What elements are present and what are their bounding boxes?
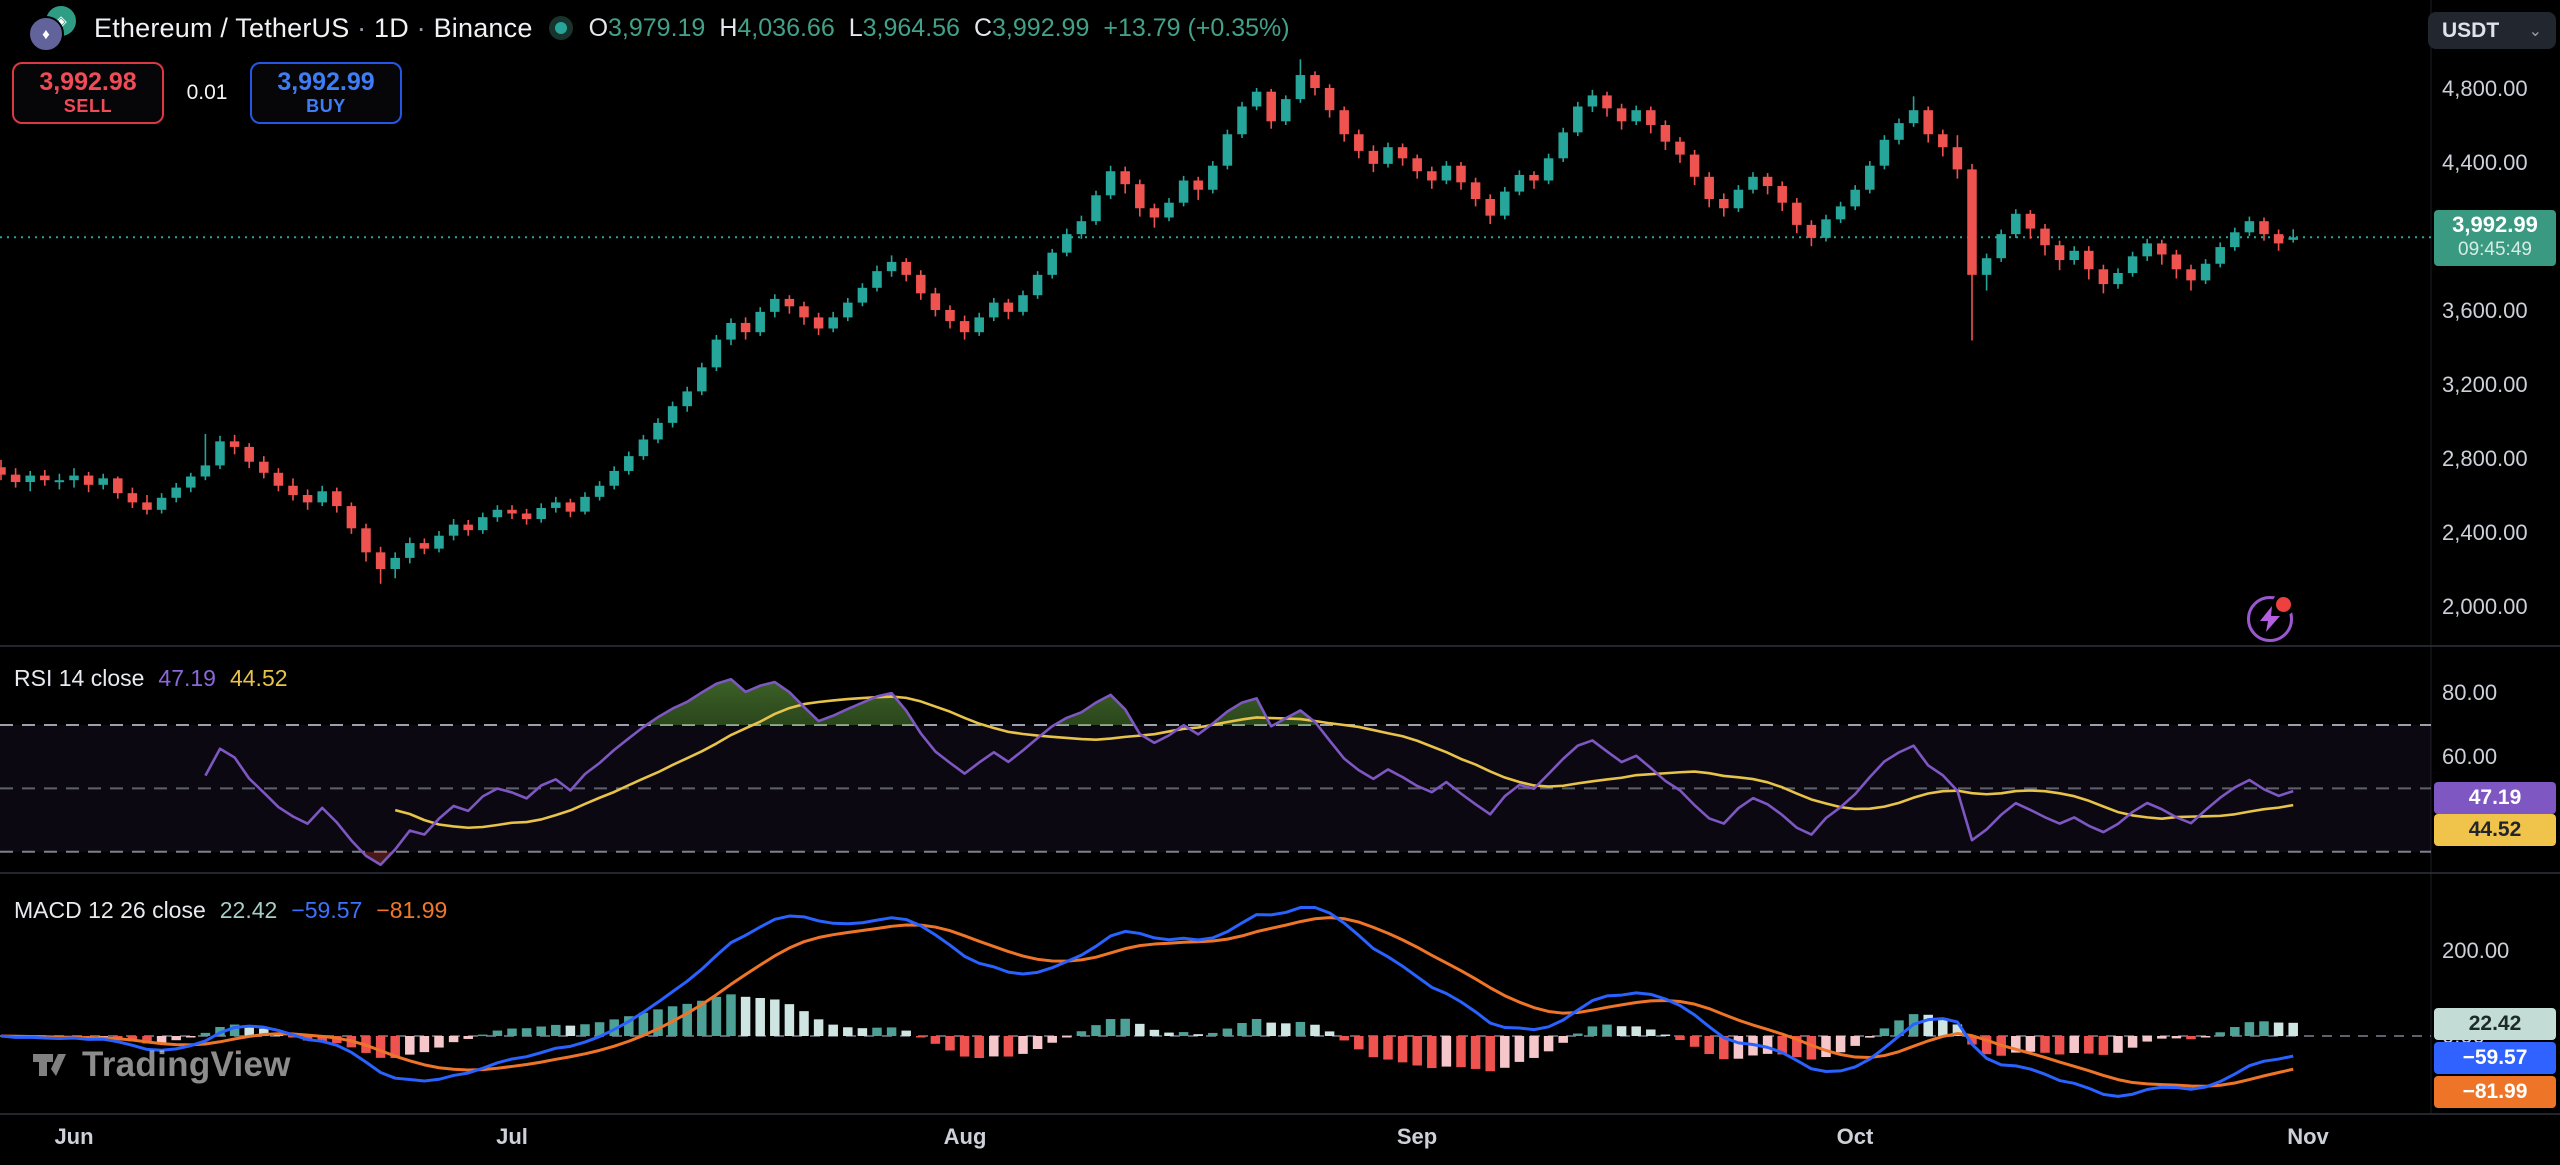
price-scale-label: 2,400.00	[2442, 521, 2528, 545]
macd-pane-label: MACD 12 26 close 22.42 −59.57 −81.99	[14, 897, 447, 924]
rsi-ma-tag: 44.52	[2434, 814, 2556, 846]
macd-signal-value: −81.99	[376, 897, 447, 924]
month-label: Jul	[496, 1124, 528, 1150]
month-label: Jun	[54, 1124, 93, 1150]
macd-signal-tag: −81.99	[2434, 1076, 2556, 1108]
price-scale-label: 4,800.00	[2442, 77, 2528, 101]
rsi-scale-label: 80.00	[2442, 681, 2497, 705]
rsi-pane-label: RSI 14 close 47.19 44.52	[14, 665, 288, 692]
order-panel: 3,992.98 SELL 0.01 3,992.99 BUY	[12, 62, 402, 124]
month-label: Oct	[1837, 1124, 1874, 1150]
rsi-tag: 47.19	[2434, 782, 2556, 814]
currency-selector[interactable]: USDT ⌄	[2428, 12, 2556, 49]
sell-button[interactable]: 3,992.98 SELL	[12, 62, 164, 124]
price-scale-label: 2,000.00	[2442, 595, 2528, 619]
price-scale-label: 3,200.00	[2442, 373, 2528, 397]
symbol-header: ◈ ♦ Ethereum / TetherUS · 1D · Binance O…	[26, 6, 1290, 50]
notification-dot	[2272, 593, 2295, 616]
price-scale-label: 3,600.00	[2442, 299, 2528, 323]
macd-line-value: −59.57	[291, 897, 362, 924]
macd-scale-label: 200.00	[2442, 939, 2509, 963]
month-label: Sep	[1397, 1124, 1437, 1150]
tradingview-glyph-icon	[30, 1044, 72, 1086]
spread-value: 0.01	[164, 81, 250, 105]
rsi-scale-label: 60.00	[2442, 745, 2497, 769]
macd-line-tag: −59.57	[2434, 1042, 2556, 1074]
chevron-down-icon: ⌄	[2529, 21, 2542, 41]
month-label: Nov	[2287, 1124, 2329, 1150]
buy-button[interactable]: 3,992.99 BUY	[250, 62, 402, 124]
month-label: Aug	[944, 1124, 987, 1150]
flash-actions-button[interactable]	[2247, 596, 2293, 642]
rsi-ma-value: 44.52	[230, 665, 288, 692]
last-price-tag: 3,992.99 09:45:49	[2434, 210, 2556, 266]
price-chart[interactable]	[0, 0, 2560, 1165]
ethereum-icon: ♦	[28, 16, 64, 52]
ohlc-values: O3,979.19 H4,036.66 L3,964.56 C3,992.99 …	[589, 14, 1290, 43]
symbol-title[interactable]: Ethereum / TetherUS · 1D · Binance	[94, 13, 533, 44]
rsi-value: 47.19	[158, 665, 216, 692]
change-value: +13.79 (+0.35%)	[1103, 14, 1289, 43]
tradingview-logo[interactable]: TradingView	[30, 1044, 291, 1086]
symbol-pair-icon: ◈ ♦	[26, 6, 78, 50]
market-status-icon[interactable]	[549, 16, 573, 40]
macd-hist-tag: 22.42	[2434, 1008, 2556, 1040]
price-scale-label: 2,800.00	[2442, 447, 2528, 471]
macd-hist-value: 22.42	[220, 897, 278, 924]
price-scale-label: 4,400.00	[2442, 151, 2528, 175]
bar-countdown: 09:45:49	[2434, 238, 2556, 261]
tradingview-chart-window: ◈ ♦ Ethereum / TetherUS · 1D · Binance O…	[0, 0, 2560, 1165]
